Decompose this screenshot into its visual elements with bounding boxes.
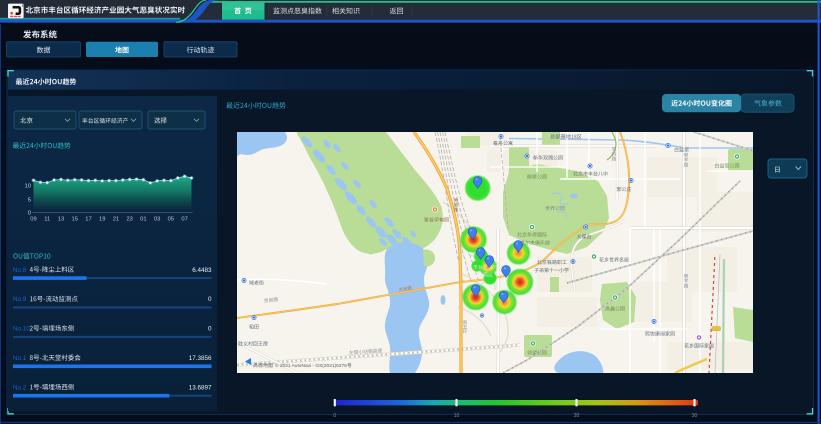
svg-text:0: 0	[208, 296, 212, 303]
svg-text:No.10: No.10	[13, 326, 30, 333]
svg-text:10: 10	[454, 413, 460, 419]
svg-text:No.2: No.2	[13, 384, 27, 391]
svg-text:No.1: No.1	[13, 355, 27, 362]
svg-text:07: 07	[181, 217, 187, 223]
svg-text:03: 03	[154, 217, 160, 223]
svg-text:6.4483: 6.4483	[192, 267, 212, 274]
svg-text:21: 21	[113, 217, 119, 223]
svg-text:No.8: No.8	[13, 267, 27, 274]
svg-text:19: 19	[99, 217, 105, 223]
svg-text:10: 10	[25, 184, 31, 190]
svg-text:0: 0	[333, 413, 336, 419]
svg-text:© 2021 AutoNavi - GS(2021)6375: © 2021 AutoNavi - GS(2021)6375	[275, 362, 347, 369]
svg-text:17.3856: 17.3856	[189, 355, 212, 362]
svg-text:15: 15	[71, 217, 77, 223]
svg-text:05: 05	[168, 217, 174, 223]
svg-text:5: 5	[28, 198, 31, 204]
svg-text:13: 13	[58, 217, 64, 223]
svg-text:20: 20	[574, 413, 580, 419]
svg-text:01: 01	[140, 217, 146, 223]
svg-text:09: 09	[30, 217, 36, 223]
svg-text:No.9: No.9	[13, 296, 27, 303]
svg-text:13.6897: 13.6897	[189, 384, 212, 391]
svg-text:30: 30	[692, 413, 698, 419]
svg-text:11: 11	[44, 217, 50, 223]
svg-text:0: 0	[208, 326, 212, 333]
svg-text:23: 23	[126, 217, 132, 223]
svg-text:17: 17	[85, 217, 91, 223]
